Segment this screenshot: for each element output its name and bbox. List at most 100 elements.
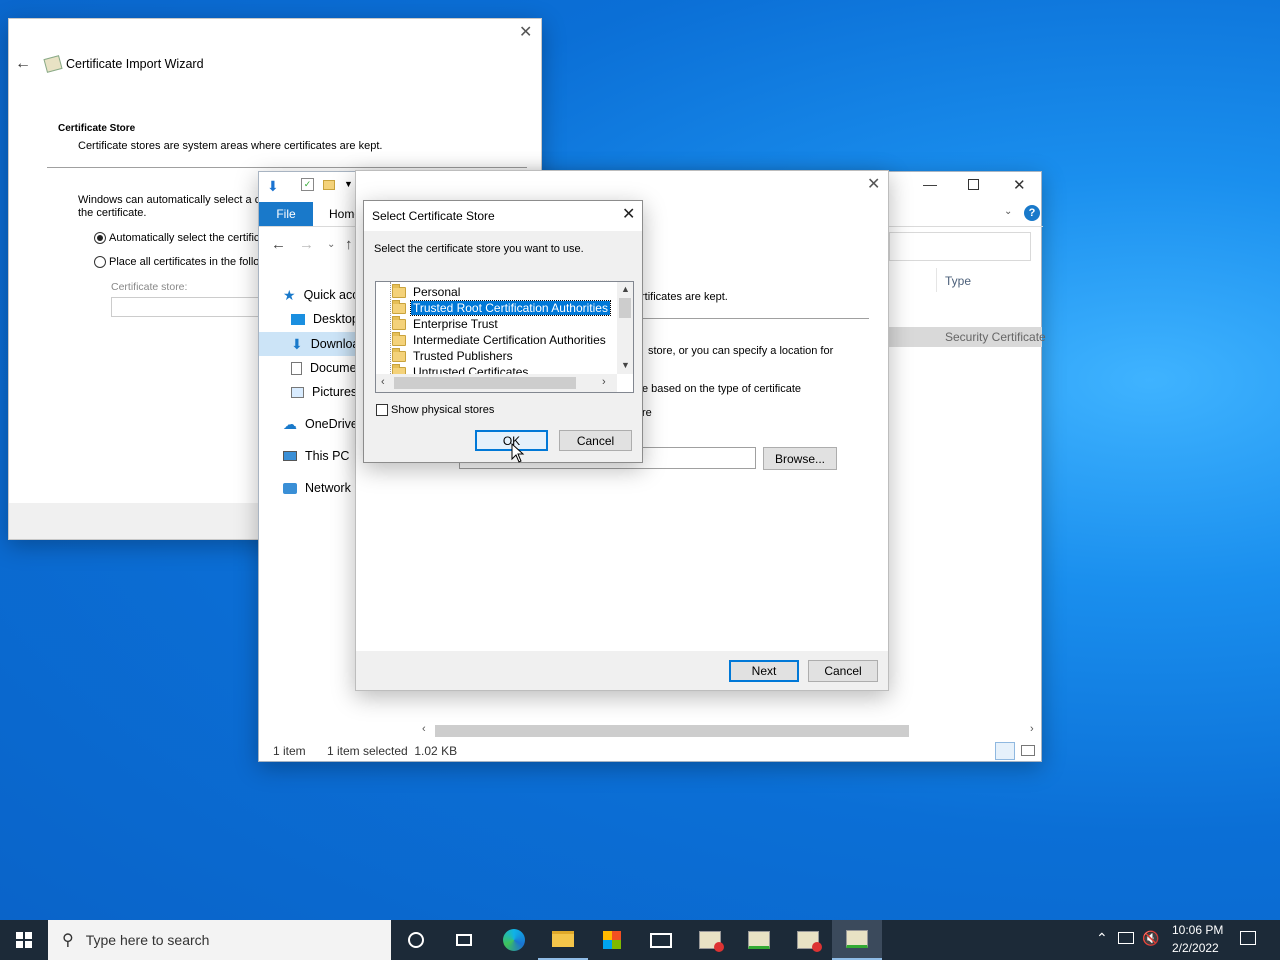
show-physical-stores-checkbox[interactable] [376, 404, 388, 416]
next-button[interactable]: Next [729, 660, 799, 682]
search-placeholder: Type here to search [85, 932, 210, 948]
nav-documents[interactable]: Docume [291, 357, 357, 379]
browse-button[interactable]: Browse... [763, 447, 837, 470]
store-item-enterprise-trust[interactable]: Enterprise Trust [392, 315, 500, 332]
wizard-front-divider [641, 318, 869, 319]
search-box[interactable] [889, 232, 1031, 261]
qat-download-icon[interactable]: ⬇ [267, 178, 279, 195]
store-tree-view[interactable]: Personal Trusted Root Certification Auth… [375, 281, 634, 393]
cancel-button[interactable]: Cancel [808, 660, 878, 682]
h-scroll-thumb[interactable] [394, 377, 576, 389]
nav-network[interactable]: Network [283, 477, 351, 499]
certificate-app-icon-1[interactable] [685, 920, 735, 960]
nav-desktop[interactable]: Desktop [291, 308, 359, 330]
minimize-icon[interactable]: — [923, 176, 937, 192]
computer-icon [283, 451, 297, 461]
large-icons-view-icon[interactable] [1021, 745, 1035, 756]
show-physical-stores-label: Show physical stores [391, 404, 495, 416]
up-icon[interactable]: ↑ [345, 236, 353, 253]
section-description: Certificate stores are system areas wher… [78, 140, 383, 152]
forward-icon[interactable]: → [299, 236, 314, 253]
show-hidden-icons-icon[interactable]: ⌃ [1096, 930, 1108, 947]
wizard-front-text-location: store, or you can specify a location for [648, 345, 834, 357]
auto-text-line1: Windows can automatically select a ce [78, 194, 267, 206]
horizontal-scrollbar[interactable] [435, 725, 909, 737]
nav-onedrive[interactable]: ☁ OneDrive [283, 413, 358, 435]
store-item-trusted-publishers[interactable]: Trusted Publishers [392, 347, 515, 364]
scroll-right-icon[interactable]: › [1030, 723, 1034, 735]
section-title: Certificate Store [58, 123, 136, 134]
dialog-instruction: Select the certificate store you want to… [374, 243, 584, 255]
scroll-down-icon[interactable]: ▼ [621, 360, 630, 370]
back-arrow-icon[interactable]: ← [15, 55, 31, 73]
certificate-app-icon-2[interactable] [734, 920, 784, 960]
wizard-front-close-icon[interactable]: ✕ [867, 177, 880, 193]
clock-date[interactable]: 2/2/2022 [1172, 941, 1219, 955]
cloud-icon: ☁ [283, 415, 297, 432]
store-item-personal[interactable]: Personal [392, 283, 462, 300]
scroll-left-icon[interactable]: ‹ [381, 376, 385, 388]
wizard-front-text-kept: rtificates are kept. [641, 291, 728, 303]
radio-auto-select[interactable] [94, 232, 106, 244]
taskbar: ⚲ Type here to search ⌃ 🔇 10:06 PM 2/2/2… [0, 920, 1280, 960]
select-certificate-store-dialog: Select Certificate Store ✕ Select the ce… [363, 200, 643, 463]
folder-icon [392, 283, 406, 298]
nav-this-pc[interactable]: This PC [283, 445, 349, 467]
tree-horizontal-scrollbar[interactable]: ‹ › [376, 374, 617, 392]
details-view-icon[interactable] [995, 742, 1015, 760]
mouse-cursor-icon [511, 443, 525, 463]
nav-quick-access[interactable]: ★ Quick acc [283, 284, 358, 306]
file-explorer-icon[interactable] [538, 920, 588, 960]
edge-browser-icon[interactable] [489, 920, 539, 960]
ribbon-file-tab[interactable]: File [259, 202, 313, 226]
nav-downloads[interactable]: ⬇ Downloa [291, 333, 359, 355]
task-view-icon[interactable] [439, 920, 489, 960]
maximize-icon[interactable] [968, 179, 979, 190]
qat-dropdown-icon[interactable]: ▼ [344, 179, 353, 189]
tree-guide-line [390, 282, 391, 374]
wizard-front-text-re: re [642, 407, 652, 419]
qat-properties-icon[interactable]: ✓ [301, 178, 314, 191]
clock-time[interactable]: 10:06 PM [1172, 923, 1223, 937]
star-icon: ★ [283, 286, 296, 303]
back-icon[interactable]: ← [271, 236, 286, 253]
cortana-icon[interactable] [391, 920, 441, 960]
wizard-title: Certificate Import Wizard [66, 57, 204, 71]
radio-place-label: Place all certificates in the follo [109, 256, 260, 268]
file-type-cell: Security Certificate [945, 330, 1046, 344]
scroll-thumb[interactable] [619, 298, 631, 318]
status-selected: 1 item selected 1.02 KB [327, 744, 458, 758]
radio-auto-label: Automatically select the certific [109, 232, 260, 244]
nav-pictures[interactable]: Pictures [291, 381, 357, 403]
radio-place-all[interactable] [94, 256, 106, 268]
store-item-intermediate[interactable]: Intermediate Certification Authorities [392, 331, 608, 348]
action-center-icon[interactable] [1240, 931, 1256, 945]
folder-icon [392, 347, 406, 362]
certificate-wizard-active-icon[interactable] [832, 920, 882, 960]
close-icon[interactable]: ✕ [1013, 176, 1026, 194]
scroll-up-icon[interactable]: ▲ [621, 284, 630, 294]
recent-dropdown-icon[interactable]: ⌄ [327, 239, 335, 250]
store-item-untrusted[interactable]: Untrusted Certificates [392, 363, 530, 374]
ribbon-expand-icon[interactable]: ⌄ [1004, 206, 1012, 217]
wizard-front-text-based: e based on the type of certificate [642, 383, 801, 395]
download-icon: ⬇ [291, 335, 303, 352]
taskbar-search-box[interactable]: ⚲ Type here to search [48, 920, 391, 960]
help-icon[interactable]: ? [1024, 205, 1040, 221]
microsoft-store-icon[interactable] [587, 920, 637, 960]
dialog-cancel-button[interactable]: Cancel [559, 430, 632, 451]
qat-folder-icon[interactable] [323, 180, 335, 190]
tree-vertical-scrollbar[interactable]: ▲ ▼ [617, 282, 633, 374]
network-tray-icon[interactable] [1118, 932, 1134, 944]
certificate-app-icon-3[interactable] [783, 920, 833, 960]
mail-icon[interactable] [636, 920, 686, 960]
scroll-right-icon[interactable]: › [602, 376, 606, 388]
dialog-close-icon[interactable]: ✕ [622, 207, 635, 223]
store-item-trusted-root[interactable]: Trusted Root Certification Authorities [392, 299, 611, 316]
scroll-left-icon[interactable]: ‹ [422, 723, 426, 735]
wizard-close-icon[interactable]: ✕ [519, 25, 532, 41]
tree-items: Personal Trusted Root Certification Auth… [392, 282, 618, 374]
column-header-type[interactable]: Type [945, 274, 971, 288]
volume-muted-icon[interactable]: 🔇 [1142, 930, 1159, 947]
start-windows-icon[interactable] [0, 920, 48, 960]
